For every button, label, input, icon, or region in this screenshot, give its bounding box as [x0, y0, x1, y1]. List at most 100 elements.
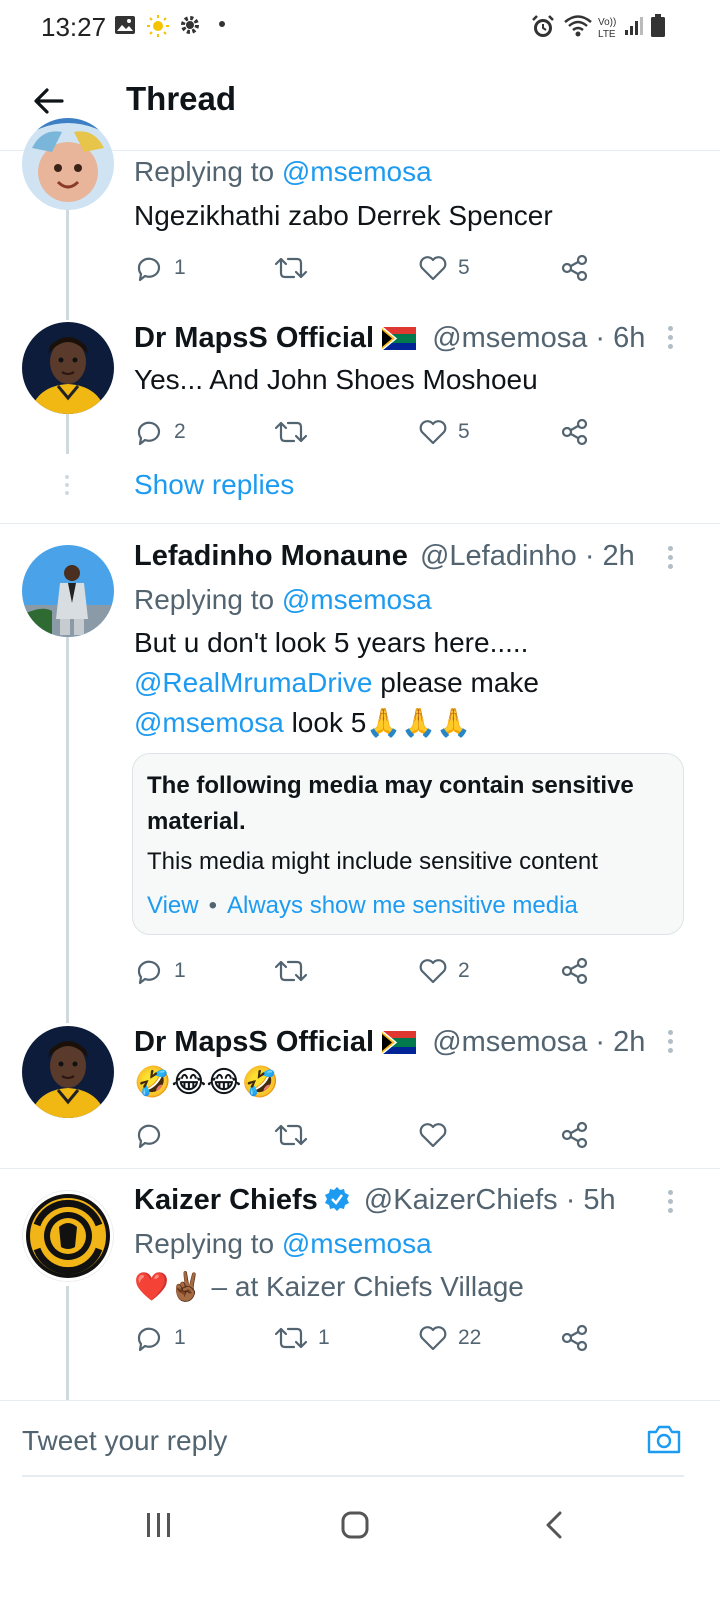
like-button[interactable]: 22 — [418, 1318, 481, 1358]
display-name[interactable]: Dr MapsS Official — [134, 1026, 374, 1058]
input-underline — [22, 1475, 684, 1477]
more-options-icon[interactable] — [668, 1030, 674, 1057]
share-button[interactable] — [560, 1318, 590, 1358]
page-title: Thread — [126, 80, 237, 117]
like-button[interactable]: 5 — [418, 248, 470, 288]
share-button[interactable] — [560, 412, 590, 452]
heart-icon — [419, 959, 447, 984]
comment-icon — [137, 1327, 161, 1352]
more-options-icon[interactable] — [668, 1190, 674, 1217]
share-icon — [561, 254, 588, 282]
sensitive-actions: View • Always show me sensitive media — [147, 892, 578, 919]
retweet-icon — [274, 421, 308, 443]
share-button[interactable] — [560, 951, 590, 991]
reply-button[interactable]: 1 — [134, 248, 186, 288]
show-replies-link[interactable]: Show replies — [134, 465, 294, 505]
heart-icon — [419, 420, 447, 445]
back-arrow-icon[interactable] — [32, 84, 66, 118]
tweet-time: · 2h — [584, 540, 635, 572]
avatar[interactable] — [22, 118, 114, 210]
view-media-link[interactable]: View — [147, 892, 199, 919]
svg-text:Vo)): Vo)) — [598, 17, 616, 28]
reply-count: 1 — [174, 256, 186, 279]
emoji-text: ❤️✌🏾 — [134, 1270, 204, 1303]
camera-icon[interactable] — [646, 1423, 682, 1455]
reply-button[interactable]: 1 — [134, 1318, 186, 1358]
settings-gear-icon — [181, 16, 199, 34]
comment-icon — [137, 421, 161, 446]
sun-icon — [147, 15, 169, 37]
like-button[interactable]: 5 — [418, 412, 470, 452]
retweet-button[interactable] — [274, 248, 318, 288]
like-count: 22 — [458, 1326, 482, 1349]
share-button[interactable] — [560, 1115, 590, 1155]
user-handle[interactable]: @KaizerChiefs — [364, 1184, 558, 1216]
svg-text:LTE: LTE — [598, 29, 616, 40]
reply-button[interactable] — [134, 1115, 174, 1155]
alarm-icon — [532, 15, 554, 37]
display-name[interactable]: Lefadinho Monaune — [134, 540, 408, 572]
replying-to: Replying to @msemosa — [134, 1228, 432, 1259]
tweet-header: Lefadinho Monaune @Lefadinho · 2h — [134, 540, 635, 573]
tweet-time: · 5h — [565, 1184, 616, 1216]
like-count: 2 — [458, 959, 470, 982]
sensitive-description: This media might include sensitive conte… — [147, 848, 598, 875]
retweet-button[interactable] — [274, 412, 318, 452]
retweet-button[interactable] — [274, 1115, 318, 1155]
user-handle[interactable]: @msemosa — [432, 322, 587, 354]
emoji-text: 🙏🙏🙏 — [366, 706, 471, 739]
more-options-icon[interactable] — [668, 546, 674, 573]
display-name[interactable]: Kaizer Chiefs — [134, 1184, 318, 1216]
heart-icon — [419, 1123, 447, 1148]
verified-badge-icon — [324, 1187, 349, 1211]
display-name[interactable]: Dr MapsS Official — [134, 322, 374, 354]
comment-icon — [137, 257, 161, 282]
retweet-button[interactable] — [274, 951, 318, 991]
avatar[interactable] — [22, 322, 114, 414]
reply-button[interactable]: 2 — [134, 412, 186, 452]
tweet-time: · 6h — [595, 322, 646, 354]
reply-button[interactable]: 1 — [134, 951, 186, 991]
volte-icon: Vo))LTE — [598, 17, 616, 40]
more-options-icon[interactable] — [668, 326, 674, 353]
top-app-bar: Thread — [0, 52, 720, 151]
tweet-actions — [134, 1115, 604, 1155]
tweet-reply-input[interactable]: Tweet your reply — [22, 1425, 227, 1457]
more-replies-dots-icon — [65, 475, 69, 495]
always-show-sensitive-link[interactable]: Always show me sensitive media — [227, 892, 578, 919]
retweet-button[interactable]: 1 — [274, 1318, 330, 1358]
user-handle[interactable]: @msemosa — [432, 1026, 587, 1058]
like-button[interactable]: 2 — [418, 951, 470, 991]
emoji-text: 🤣😂😂🤣 — [134, 1065, 279, 1100]
sensitive-media-warning: The following media may contain sensitiv… — [132, 753, 684, 935]
like-button[interactable] — [418, 1115, 458, 1155]
mention-link[interactable]: @RealMrumaDrive — [134, 667, 372, 698]
heart-icon — [419, 256, 447, 281]
share-icon — [561, 418, 588, 446]
recent-apps-icon[interactable] — [144, 1510, 174, 1540]
system-back-icon[interactable] — [540, 1510, 570, 1540]
avatar[interactable] — [22, 1026, 114, 1118]
mention-link[interactable]: @msemosa — [282, 584, 432, 615]
sensitive-title: The following media may contain sensitiv… — [147, 772, 634, 835]
retweet-icon — [274, 257, 308, 279]
retweet-icon — [274, 1124, 308, 1146]
replying-to: Replying to @msemosa — [134, 156, 432, 187]
tweet-text: But u don't look 5 years here..... @Real… — [134, 627, 540, 739]
share-icon — [561, 1324, 588, 1352]
comment-icon — [137, 1124, 161, 1149]
replying-to: Replying to @msemosa — [134, 584, 432, 615]
user-handle[interactable]: @Lefadinho — [420, 540, 577, 572]
avatar[interactable] — [22, 545, 114, 637]
mention-link[interactable]: @msemosa — [282, 1228, 432, 1259]
home-icon[interactable] — [340, 1510, 370, 1540]
like-count: 5 — [458, 256, 470, 279]
mention-link[interactable]: @msemosa — [134, 707, 284, 738]
south-africa-flag-icon — [382, 327, 417, 350]
battery-icon — [651, 14, 665, 37]
tweet-text: ❤️✌🏾 – at Kaizer Chiefs Village — [134, 1270, 524, 1303]
share-button[interactable] — [560, 248, 590, 288]
tweet-actions: 2 5 — [134, 412, 604, 452]
mention-link[interactable]: @msemosa — [282, 156, 432, 187]
avatar[interactable] — [22, 1190, 114, 1282]
